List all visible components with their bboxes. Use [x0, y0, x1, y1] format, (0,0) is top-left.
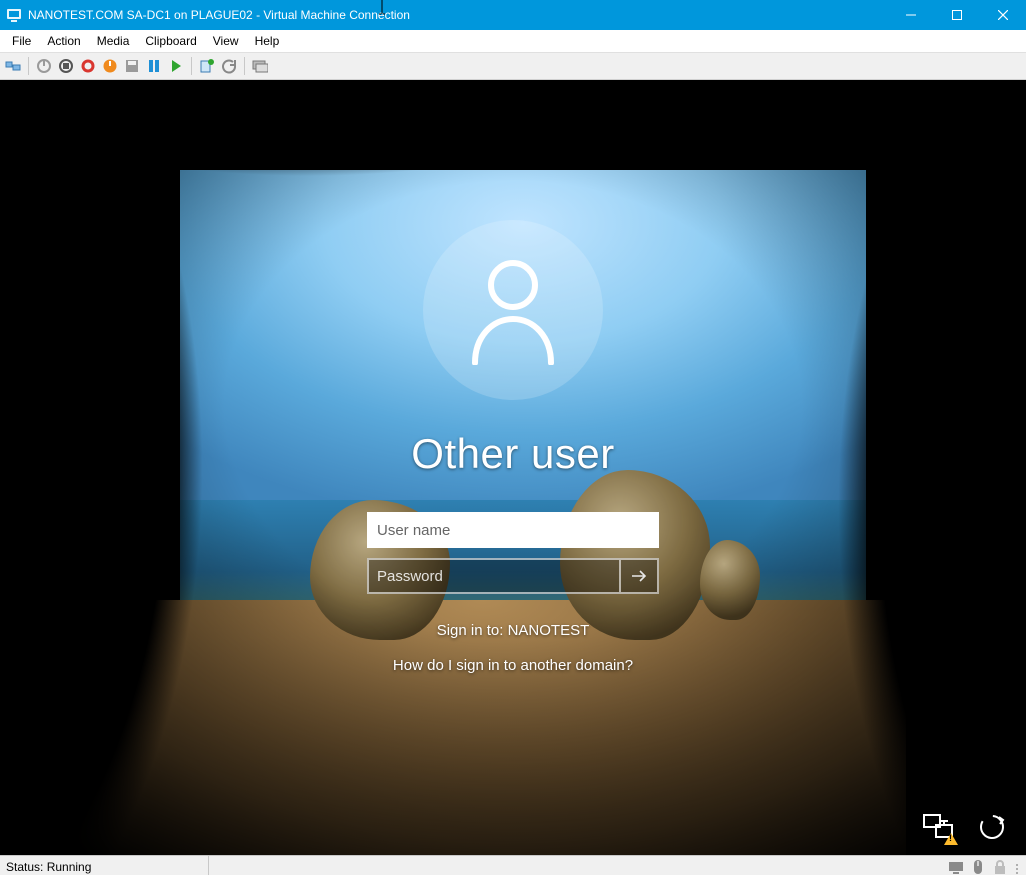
status-text: Status: Running	[6, 860, 91, 874]
menu-clipboard[interactable]: Clipboard	[137, 32, 204, 50]
reset-icon[interactable]	[101, 57, 119, 75]
app-icon	[6, 7, 22, 23]
window-close-button[interactable]	[980, 0, 1026, 30]
ctrl-alt-del-icon[interactable]	[4, 57, 22, 75]
status-mouse-icon	[970, 859, 986, 875]
ease-of-access-icon[interactable]	[976, 813, 1008, 841]
login-user-title: Other user	[411, 430, 614, 478]
enhanced-session-icon[interactable]	[251, 57, 269, 75]
revert-icon[interactable]	[220, 57, 238, 75]
submit-arrow-button[interactable]	[621, 558, 659, 594]
save-icon[interactable]	[123, 57, 141, 75]
window-titlebar: NANOTEST.COM SA-DC1 on PLAGUE02 - Virtua…	[0, 0, 1026, 30]
menu-view[interactable]: View	[205, 32, 247, 50]
username-input[interactable]	[367, 512, 659, 548]
password-input[interactable]	[367, 558, 621, 594]
window-title: NANOTEST.COM SA-DC1 on PLAGUE02 - Virtua…	[28, 8, 410, 22]
turnoff-icon[interactable]	[57, 57, 75, 75]
shutdown-icon[interactable]	[79, 57, 97, 75]
start-icon[interactable]	[35, 57, 53, 75]
user-avatar-icon	[423, 220, 603, 400]
login-panel: Other user Sign in to: NANOTEST How do I…	[333, 220, 693, 674]
network-icon[interactable]	[922, 813, 954, 841]
play-icon[interactable]	[167, 57, 185, 75]
vm-display[interactable]: Other user Sign in to: NANOTEST How do I…	[0, 80, 1026, 855]
sign-in-to-label: Sign in to: NANOTEST	[437, 622, 590, 639]
menu-media[interactable]: Media	[89, 32, 138, 50]
checkpoint-icon[interactable]	[198, 57, 216, 75]
status-lock-icon	[992, 859, 1008, 875]
toolbar	[0, 52, 1026, 80]
window-maximize-button[interactable]	[934, 0, 980, 30]
other-domain-link[interactable]: How do I sign in to another domain?	[393, 657, 633, 674]
status-display-icon	[948, 859, 964, 875]
status-bar: Status: Running	[0, 855, 1026, 875]
menu-file[interactable]: File	[4, 32, 39, 50]
menu-bar: File Action Media Clipboard View Help	[0, 30, 1026, 52]
status-grip-icon	[1014, 859, 1020, 875]
menu-help[interactable]: Help	[247, 32, 288, 50]
menu-action[interactable]: Action	[39, 32, 88, 50]
pause-icon[interactable]	[145, 57, 163, 75]
window-minimize-button[interactable]	[888, 0, 934, 30]
status-divider	[208, 856, 209, 875]
warning-badge-icon	[944, 833, 958, 845]
